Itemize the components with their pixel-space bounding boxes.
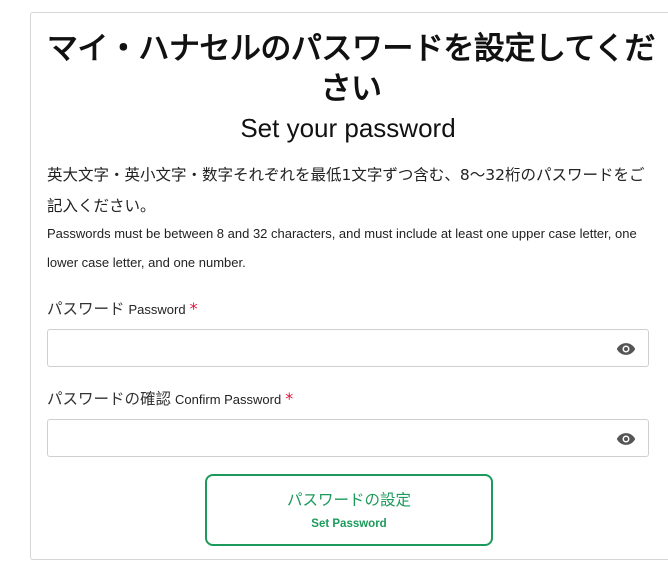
password-form-card: マイ・ハナセルのパスワードを設定してください Set your password… [30,12,668,560]
password-label-en: Password [128,302,186,317]
confirm-password-input[interactable] [48,420,608,456]
confirm-password-label-ja: パスワードの確認 [47,390,172,408]
required-mark: * [189,299,198,318]
set-password-button-label-en: Set Password [311,518,387,530]
password-input[interactable] [48,330,608,366]
eye-icon[interactable] [616,339,636,359]
set-password-button-label-ja: パスワードの設定 [286,491,411,509]
confirm-password-label-en: Confirm Password [175,392,282,407]
eye-icon[interactable] [616,429,636,449]
page-title-ja: マイ・ハナセルのパスワードを設定してください [46,31,656,107]
page-title-en: Set your password [240,113,456,143]
required-mark: * [285,389,294,408]
set-password-button[interactable]: パスワードの設定 Set Password [205,474,493,546]
password-rules-ja: 英大文字・英小文字・数字それぞれを最低1文字ずつ含む、8〜32桁のパスワードをご… [47,166,645,215]
confirm-password-label: パスワードの確認 Confirm Password * [47,387,293,409]
confirm-password-field-wrapper [47,419,649,457]
password-label-ja: パスワード [47,300,125,318]
password-label: パスワード Password * [47,297,198,319]
password-rules-en: Passwords must be between 8 and 32 chara… [47,226,637,270]
password-field-wrapper [47,329,649,367]
